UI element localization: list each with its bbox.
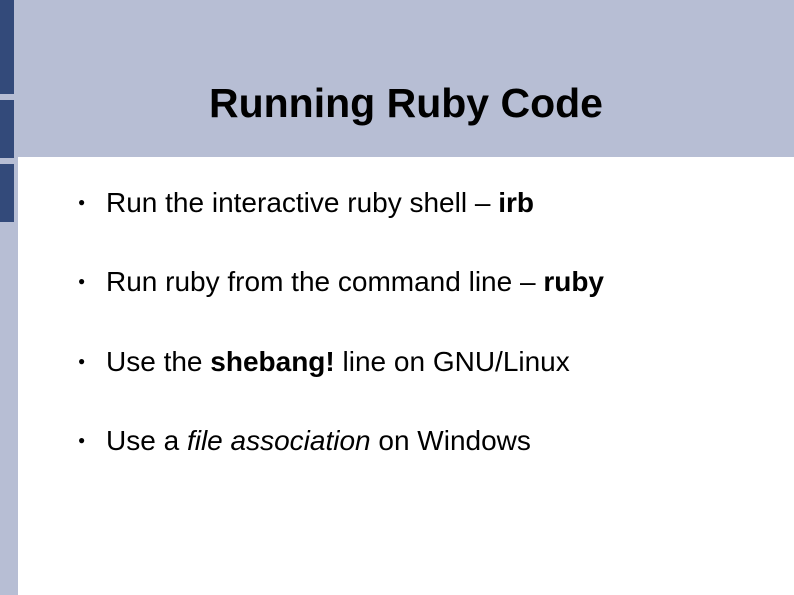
bullet-text: Use the	[106, 346, 210, 377]
list-item: Use the shebang! line on GNU/Linux	[78, 344, 754, 380]
list-item: Run ruby from the command line – ruby	[78, 264, 754, 300]
bullet-text: Run ruby from the command line –	[106, 266, 543, 297]
bullet-emphasis: irb	[498, 187, 534, 218]
bullet-list: Run the interactive ruby shell – irb Run…	[78, 185, 754, 460]
slide-title: Running Ruby Code	[209, 80, 603, 127]
sidebar-accent-bar	[0, 100, 14, 158]
sidebar-accent-bar	[0, 0, 14, 94]
bullet-emphasis: shebang!	[210, 346, 334, 377]
bullet-text: on Windows	[371, 425, 531, 456]
bullet-text: line on GNU/Linux	[335, 346, 570, 377]
slide-body: Run the interactive ruby shell – irb Run…	[18, 157, 794, 595]
bullet-emphasis: file association	[187, 425, 371, 456]
list-item: Run the interactive ruby shell – irb	[78, 185, 754, 221]
bullet-emphasis: ruby	[543, 266, 604, 297]
bullet-text: Use a	[106, 425, 187, 456]
sidebar-accent-bar	[0, 164, 14, 222]
bullet-text: Run the interactive ruby shell –	[106, 187, 498, 218]
slide-header: Running Ruby Code	[18, 0, 794, 157]
list-item: Use a file association on Windows	[78, 423, 754, 459]
